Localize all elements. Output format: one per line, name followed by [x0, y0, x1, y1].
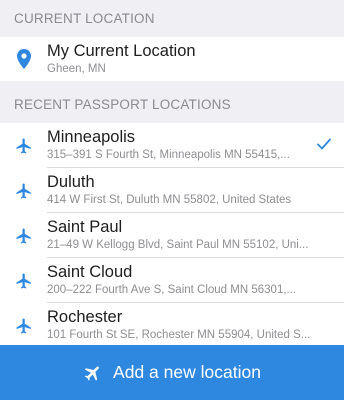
location-row-rochester[interactable]: Rochester 101 Fourth St SE, Rochester MN… — [0, 303, 344, 348]
airplane-icon — [83, 363, 103, 383]
location-title: Saint Cloud — [47, 263, 133, 281]
add-location-button[interactable]: Add a new location — [0, 345, 344, 400]
airplane-icon — [0, 137, 47, 155]
current-location-section: CURRENT LOCATION My Current Location Ghe… — [0, 0, 344, 81]
location-row-saint-cloud[interactable]: Saint Cloud 200–222 Fourth Ave S, Saint … — [0, 258, 344, 303]
recent-locations-section: RECENT PASSPORT LOCATIONS Minneapolis 31… — [0, 81, 344, 348]
location-title: Duluth — [47, 173, 95, 191]
airplane-icon — [0, 272, 47, 290]
location-address: 315–391 S Fourth St, Minneapolis MN 5541… — [47, 149, 290, 161]
current-location-header-label: CURRENT LOCATION — [14, 11, 155, 26]
current-location-row[interactable]: My Current Location Gheen, MN — [0, 37, 344, 81]
location-address: 21–49 W Kellogg Blvd, Saint Paul MN 5510… — [47, 239, 309, 251]
airplane-icon — [0, 182, 47, 200]
location-row-saint-paul[interactable]: Saint Paul 21–49 W Kellogg Blvd, Saint P… — [0, 213, 344, 258]
recent-locations-header-label: RECENT PASSPORT LOCATIONS — [14, 96, 231, 112]
current-location-header: CURRENT LOCATION — [0, 0, 344, 37]
current-location-title: My Current Location — [47, 41, 196, 60]
location-title: Saint Paul — [47, 218, 123, 236]
location-row-duluth[interactable]: Duluth 414 W First St, Duluth MN 55802, … — [0, 168, 344, 213]
airplane-icon — [0, 227, 47, 245]
location-pin-icon — [0, 49, 47, 69]
add-location-label: Add a new location — [113, 362, 261, 382]
checkmark-icon — [317, 137, 331, 155]
recent-locations-header: RECENT PASSPORT LOCATIONS — [0, 81, 344, 123]
location-address: 200–222 Fourth Ave S, Saint Cloud MN 563… — [47, 284, 297, 296]
airplane-icon — [0, 317, 47, 335]
recent-locations-list: Minneapolis 315–391 S Fourth St, Minneap… — [0, 123, 344, 348]
location-title: Minneapolis — [47, 128, 136, 146]
location-row-minneapolis[interactable]: Minneapolis 315–391 S Fourth St, Minneap… — [0, 123, 344, 168]
current-location-subtitle: Gheen, MN — [47, 62, 106, 75]
location-address: 414 W First St, Duluth MN 55802, United … — [47, 194, 292, 206]
location-address: 101 Fourth St SE, Rochester MN 55904, Un… — [47, 329, 311, 341]
location-title: Rochester — [47, 308, 123, 326]
